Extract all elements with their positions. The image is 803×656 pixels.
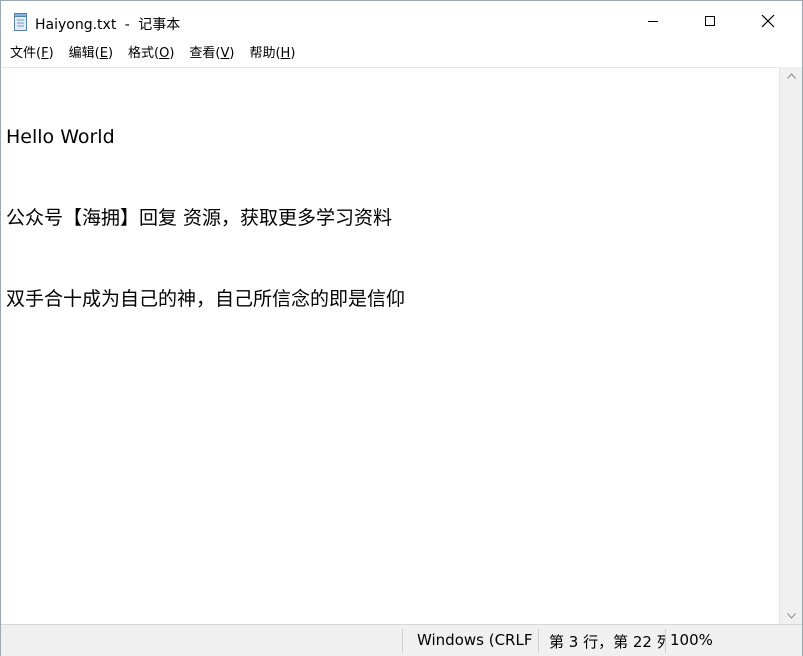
menu-bar: 文件(F) 编辑(E) 格式(O) 查看(V) 帮助(H) (1, 41, 802, 66)
status-zoom: 100% (670, 631, 713, 649)
title-separator: - (124, 17, 130, 33)
menu-file[interactable]: 文件(F) (1, 41, 61, 66)
status-divider (402, 629, 403, 653)
editor-line-2: 公众号【海拥】回复 资源，获取更多学习资料 (6, 207, 393, 229)
status-divider (665, 629, 666, 653)
close-icon (761, 14, 775, 28)
menu-format[interactable]: 格式(O) (120, 41, 181, 66)
status-cursor-position: 第 3 行，第 22 列 (549, 633, 665, 651)
status-line-ending: Windows (CRLF) (417, 631, 534, 649)
status-bar: Windows (CRLF) 第 3 行，第 22 列 100% (1, 624, 802, 656)
minimize-button[interactable] (630, 1, 676, 41)
menu-help[interactable]: 帮助(H) (241, 41, 302, 66)
maximize-icon (705, 16, 715, 26)
status-divider (538, 629, 539, 653)
scroll-down-button[interactable] (780, 607, 802, 624)
chevron-down-icon (786, 612, 796, 619)
text-editor[interactable]: Hello World 公众号【海拥】回复 资源，获取更多学习资料 双手合十成为… (2, 67, 778, 624)
editor-line-3: 双手合十成为自己的神，自己所信念的即是信仰 (6, 288, 406, 310)
notepad-icon (14, 13, 27, 31)
window-title: Haiyong.txt - 记事本 (35, 14, 180, 34)
chevron-up-icon (786, 72, 796, 79)
file-name: Haiyong.txt (35, 17, 117, 33)
vertical-scrollbar[interactable] (779, 67, 802, 624)
title-bar[interactable]: Haiyong.txt - 记事本 (1, 1, 802, 41)
scroll-up-button[interactable] (780, 67, 802, 84)
minimize-icon (648, 20, 658, 22)
maximize-button[interactable] (687, 1, 733, 41)
menu-view[interactable]: 查看(V) (181, 41, 241, 66)
editor-line-1: Hello World (6, 126, 115, 148)
menu-edit[interactable]: 编辑(E) (61, 41, 120, 66)
close-button[interactable] (745, 1, 791, 41)
notepad-window: Haiyong.txt - 记事本 文件(F) 编辑(E) 格式(O) 查看(V… (0, 0, 803, 656)
app-name: 记事本 (138, 17, 181, 33)
